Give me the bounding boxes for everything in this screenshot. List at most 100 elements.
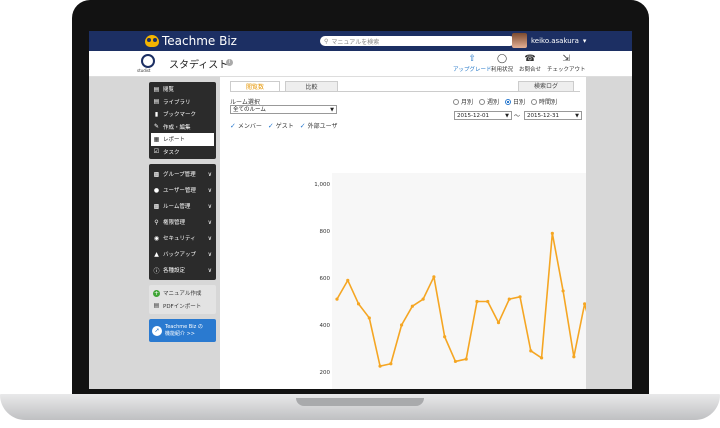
sidebar-item-label: グループ管理	[163, 172, 196, 178]
app-logo[interactable]: Teachme Biz	[145, 34, 237, 48]
radio-button	[479, 98, 486, 105]
data-point[interactable]	[496, 321, 501, 325]
y-tick-label: 1,000	[314, 182, 330, 188]
chevron-down-icon: ∨	[207, 266, 212, 274]
filter-member[interactable]: ✓ メンバー	[230, 121, 262, 131]
views-line-chart: 1,000 800 600 400 200	[314, 173, 586, 389]
data-point[interactable]	[561, 289, 565, 293]
data-point[interactable]	[453, 359, 458, 364]
sidebar-item-bookmark[interactable]: ▮ ブックマーク	[149, 108, 216, 121]
data-point[interactable]	[518, 295, 522, 299]
sidebar-item-library[interactable]: ▤ ライブラリ	[149, 96, 216, 109]
data-point[interactable]	[346, 278, 350, 282]
y-tick-label: 200	[320, 370, 331, 376]
data-point[interactable]	[410, 304, 414, 308]
data-point[interactable]	[421, 297, 425, 301]
data-point[interactable]	[572, 355, 576, 359]
sidebar-item-label: 作成・編集	[163, 124, 191, 131]
feature-intro-banner[interactable]: ➚ Teachme Biz の機能紹介 >>	[149, 319, 216, 342]
search-log-button[interactable]: 検索ログ	[518, 81, 574, 92]
period-radio-group: 月別 週別 日別 時間別	[453, 97, 557, 106]
owl-logo-icon	[145, 35, 159, 47]
radio-button	[453, 98, 459, 105]
contact-button[interactable]: ☎ お問合せ	[519, 54, 541, 73]
chevron-down-icon: ∨	[207, 218, 212, 226]
filter-label: ゲスト	[275, 123, 294, 130]
data-point[interactable]	[539, 356, 544, 360]
room-select[interactable]: 全てのルーム ▼	[230, 105, 337, 114]
user-name: keiko.asakura	[531, 36, 579, 45]
radio-hourly[interactable]: 時間別	[531, 97, 557, 106]
chevron-down-icon: ∨	[207, 186, 212, 194]
sidebar-item-edit[interactable]: ✎ 作成・編集	[149, 121, 216, 134]
date-from-select[interactable]: 2015-12-01 ▼	[454, 111, 512, 120]
usage-button[interactable]: ◯ 利用状況	[491, 54, 513, 73]
filter-guest[interactable]: ✓ ゲスト	[268, 121, 294, 131]
sidebar-item-group-admin[interactable]: ▩ グループ管理 ∨	[149, 166, 216, 182]
sidebar-item-label: ルーム管理	[163, 204, 191, 210]
sidebar-extra-menu: + マニュアル作成 ▤ PDFインポート	[149, 285, 216, 314]
user-menu[interactable]: keiko.asakura ▾	[512, 33, 586, 48]
filter-external-user[interactable]: ✓ 外部ユーザ	[300, 121, 338, 131]
sidebar-item-security[interactable]: ◉ セキュリティ ∨	[149, 230, 216, 246]
caret-down-icon: ▾	[582, 36, 587, 45]
sidebar-item-browse[interactable]: ▤ 閲覧	[149, 83, 216, 96]
pdf-import-label: PDFインポート	[163, 303, 202, 310]
sidebar-item-settings[interactable]: ⓘ 各種設定 ∨	[149, 262, 216, 278]
radio-button	[505, 98, 512, 105]
data-point[interactable]	[443, 335, 447, 339]
sidebar-item-label: 閲覧	[163, 87, 175, 94]
radio-daily[interactable]: 日別	[505, 97, 525, 106]
data-point[interactable]	[356, 302, 361, 306]
data-point[interactable]	[507, 297, 511, 301]
pdf-icon: ▤	[153, 302, 160, 310]
sidebar-item-task[interactable]: ☑ タスク	[149, 146, 216, 159]
app-screen: Teachme Biz ⚲ マニュアルを検索 keiko.asakura ▾ s…	[89, 31, 632, 389]
data-point[interactable]	[464, 357, 468, 361]
contact-label: お問合せ	[519, 67, 542, 73]
search-input[interactable]: ⚲ マニュアルを検索	[320, 36, 515, 46]
pen-icon: ✎	[153, 123, 160, 131]
sidebar-item-room-admin[interactable]: ▩ ルーム管理 ∨	[149, 198, 216, 214]
data-point[interactable]	[389, 362, 393, 366]
radio-weekly[interactable]: 週別	[479, 97, 499, 106]
room-icon: ▩	[153, 202, 160, 210]
filter-label: メンバー	[237, 123, 262, 130]
upgrade-label: アップグレード	[453, 67, 492, 73]
data-point[interactable]	[378, 364, 382, 368]
room-select-value: 全てのルーム	[233, 107, 266, 113]
sidebar-item-label: レポート	[163, 137, 186, 144]
date-to-value: 2015-12-31	[527, 113, 559, 119]
sidebar-item-backup[interactable]: ▲ バックアップ ∨	[149, 246, 216, 262]
shield-icon: ◯	[496, 54, 508, 64]
studist-logo-text: studist	[137, 68, 151, 73]
data-point[interactable]	[529, 349, 533, 353]
sidebar-item-permission-admin[interactable]: ⚲ 権限管理 ∨	[149, 214, 216, 230]
logo-text: Teachme Biz	[162, 34, 237, 48]
sidebar-item-user-admin[interactable]: ● ユーザー管理 ∨	[149, 182, 216, 198]
upgrade-button[interactable]: ⇧ アップグレード	[453, 54, 492, 73]
sidebar-item-label: ブックマーク	[163, 112, 197, 119]
data-point[interactable]	[400, 323, 404, 327]
book-icon: ▤	[153, 85, 160, 93]
sidebar-admin-menu: ▩ グループ管理 ∨ ● ユーザー管理 ∨ ▩ ルーム管理 ∨ ⚲ 権限管理 ∨ ◉ セキュリティ…	[149, 164, 216, 280]
data-point[interactable]	[486, 299, 490, 304]
data-point[interactable]	[335, 297, 339, 301]
checkout-button[interactable]: ⇲ チェックアウト	[547, 54, 586, 73]
search-icon: ⚲	[324, 37, 329, 45]
radio-monthly[interactable]: 月別	[453, 97, 473, 106]
select-arrow-icon: ▼	[575, 113, 579, 119]
date-to-select[interactable]: 2015-12-31 ▼	[524, 111, 582, 120]
data-point[interactable]	[367, 316, 371, 320]
report-panel: 閲覧数 比較 検索ログ ルーム選択 全てのルーム ▼ 月別 週別 日別 時間別 …	[220, 77, 586, 389]
sidebar-item-label: ユーザー管理	[163, 188, 196, 194]
sidebar-item-report[interactable]: ▦ レポート	[151, 133, 214, 146]
data-point[interactable]	[475, 299, 479, 304]
info-icon[interactable]: i	[226, 59, 233, 66]
create-manual-button[interactable]: + マニュアル作成	[149, 287, 216, 300]
data-point[interactable]	[550, 231, 554, 235]
chevron-down-icon: ∨	[207, 234, 212, 242]
data-point[interactable]	[432, 275, 436, 279]
pdf-import-button[interactable]: ▤ PDFインポート	[149, 300, 216, 313]
sidebar-item-label: セキュリティ	[163, 236, 196, 242]
